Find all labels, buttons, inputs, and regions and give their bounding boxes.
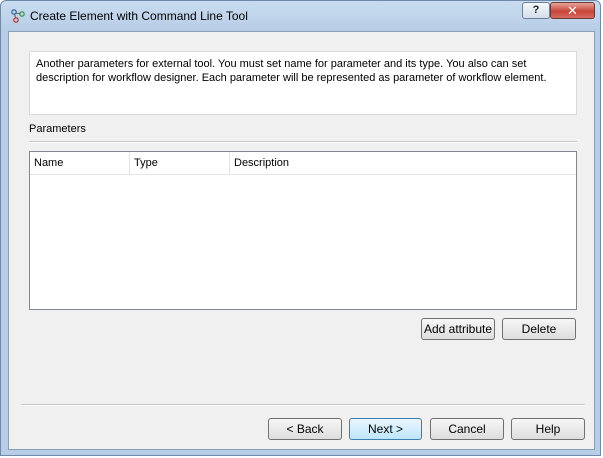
table-header: Name Type Description <box>30 152 576 175</box>
page-description: Another parameters for external tool. Yo… <box>29 51 577 115</box>
title-close-button[interactable]: ✕ <box>550 2 595 19</box>
cancel-button[interactable]: Cancel <box>430 418 504 440</box>
dialog-client-area: Another parameters for external tool. Yo… <box>8 31 595 450</box>
column-header-type[interactable]: Type <box>130 152 230 174</box>
help-button[interactable]: Help <box>511 418 585 440</box>
back-button[interactable]: < Back <box>268 418 342 440</box>
window-title: Create Element with Command Line Tool <box>30 9 248 23</box>
column-header-description[interactable]: Description <box>230 152 576 174</box>
workflow-elements-icon <box>11 9 25 23</box>
title-bar[interactable]: Create Element with Command Line Tool ? … <box>1 1 602 31</box>
question-mark-icon: ? <box>532 4 540 16</box>
next-button[interactable]: Next > <box>349 418 422 440</box>
close-icon: ✕ <box>567 3 578 18</box>
dialog-window: Create Element with Command Line Tool ? … <box>0 0 601 456</box>
title-help-button[interactable]: ? <box>522 2 550 19</box>
parameters-table[interactable]: Name Type Description <box>29 151 577 310</box>
parameters-group-label: Parameters <box>29 123 86 135</box>
group-divider <box>29 141 577 143</box>
column-header-name[interactable]: Name <box>30 152 130 174</box>
add-attribute-button[interactable]: Add attribute <box>421 318 495 340</box>
footer-divider <box>21 404 585 406</box>
delete-button[interactable]: Delete <box>502 318 576 340</box>
